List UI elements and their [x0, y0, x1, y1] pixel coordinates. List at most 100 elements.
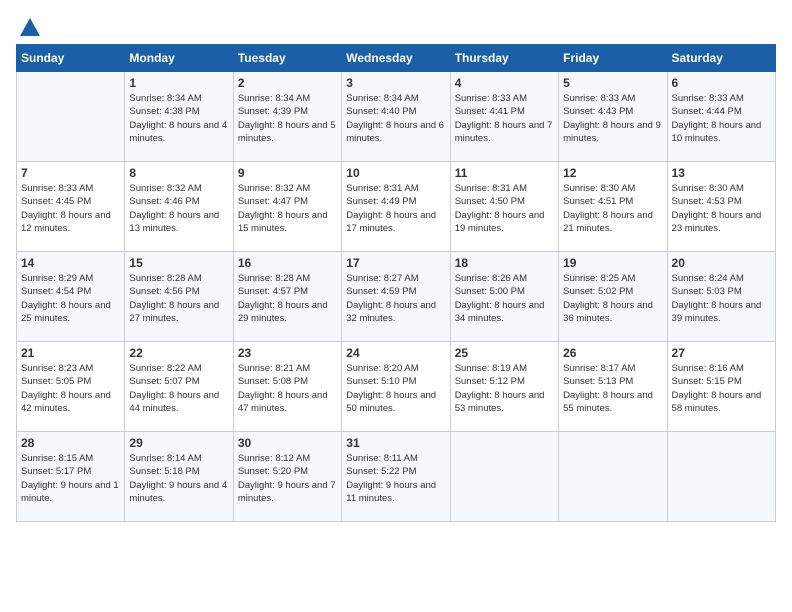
day-number: 29 — [129, 436, 228, 450]
page-header — [16, 16, 776, 36]
day-info: Sunrise: 8:32 AMSunset: 4:46 PMDaylight:… — [129, 182, 228, 235]
calendar-cell: 11 Sunrise: 8:31 AMSunset: 4:50 PMDayligh… — [450, 162, 558, 252]
day-number: 5 — [563, 76, 662, 90]
day-info: Sunrise: 8:20 AMSunset: 5:10 PMDaylight:… — [346, 362, 445, 415]
day-number: 19 — [563, 256, 662, 270]
day-number: 3 — [346, 76, 445, 90]
calendar-cell: 26 Sunrise: 8:17 AMSunset: 5:13 PMDayligh… — [559, 342, 667, 432]
calendar-table: SundayMondayTuesdayWednesdayThursdayFrid… — [16, 44, 776, 522]
day-number: 18 — [455, 256, 554, 270]
day-number: 17 — [346, 256, 445, 270]
calendar-cell: 21Sunrise: 8:23 AMSunset: 5:05 PMDayligh… — [17, 342, 125, 432]
day-number: 26 — [563, 346, 662, 360]
day-info: Sunrise: 8:16 AMSunset: 5:15 PMDaylight:… — [672, 362, 771, 415]
day-number: 10 — [346, 166, 445, 180]
calendar-cell: 24 Sunrise: 8:20 AMSunset: 5:10 PMDayligh… — [342, 342, 450, 432]
calendar-cell: 18 Sunrise: 8:26 AMSunset: 5:00 PMDayligh… — [450, 252, 558, 342]
day-number: 16 — [238, 256, 337, 270]
header-tuesday: Tuesday — [233, 45, 341, 72]
calendar-cell: 31Sunrise: 8:11 AMSunset: 5:22 PMDayligh… — [342, 432, 450, 522]
day-info: Sunrise: 8:32 AMSunset: 4:47 PMDaylight:… — [238, 182, 337, 235]
calendar-cell: 5 Sunrise: 8:33 AMSunset: 4:43 PMDaylight… — [559, 72, 667, 162]
calendar-cell: 28 Sunrise: 8:15 AMSunset: 5:17 PMDayligh… — [17, 432, 125, 522]
day-number: 23 — [238, 346, 337, 360]
calendar-cell: 14Sunrise: 8:29 AMSunset: 4:54 PMDayligh… — [17, 252, 125, 342]
day-info: Sunrise: 8:24 AMSunset: 5:03 PMDaylight:… — [672, 272, 771, 325]
calendar-cell: 15Sunrise: 8:28 AMSunset: 4:56 PMDayligh… — [125, 252, 233, 342]
header-row: SundayMondayTuesdayWednesdayThursdayFrid… — [17, 45, 776, 72]
day-info: Sunrise: 8:22 AMSunset: 5:07 PMDaylight:… — [129, 362, 228, 415]
header-monday: Monday — [125, 45, 233, 72]
week-row-1: 7Sunrise: 8:33 AMSunset: 4:45 PMDaylight… — [17, 162, 776, 252]
day-info: Sunrise: 8:34 AMSunset: 4:40 PMDaylight:… — [346, 92, 445, 145]
day-number: 11 — [455, 166, 554, 180]
day-info: Sunrise: 8:28 AMSunset: 4:57 PMDaylight:… — [238, 272, 337, 325]
week-row-2: 14Sunrise: 8:29 AMSunset: 4:54 PMDayligh… — [17, 252, 776, 342]
calendar-cell: 1Sunrise: 8:34 AMSunset: 4:38 PMDaylight… — [125, 72, 233, 162]
logo-triangle-icon — [20, 18, 40, 36]
calendar-cell — [559, 432, 667, 522]
calendar-cell: 27Sunrise: 8:16 AMSunset: 5:15 PMDayligh… — [667, 342, 775, 432]
calendar-cell: 20 Sunrise: 8:24 AMSunset: 5:03 PMDayligh… — [667, 252, 775, 342]
day-number: 4 — [455, 76, 554, 90]
day-info: Sunrise: 8:14 AMSunset: 5:18 PMDaylight:… — [129, 452, 228, 505]
day-number: 22 — [129, 346, 228, 360]
day-number: 24 — [346, 346, 445, 360]
calendar-cell: 9 Sunrise: 8:32 AMSunset: 4:47 PMDaylight… — [233, 162, 341, 252]
calendar-cell — [667, 432, 775, 522]
day-number: 12 — [563, 166, 662, 180]
day-info: Sunrise: 8:34 AMSunset: 4:39 PMDaylight:… — [238, 92, 337, 145]
calendar-cell: 29 Sunrise: 8:14 AMSunset: 5:18 PMDayligh… — [125, 432, 233, 522]
calendar-cell: 2 Sunrise: 8:34 AMSunset: 4:39 PMDaylight… — [233, 72, 341, 162]
day-number: 28 — [21, 436, 120, 450]
calendar-cell: 25Sunrise: 8:19 AMSunset: 5:12 PMDayligh… — [450, 342, 558, 432]
day-info: Sunrise: 8:28 AMSunset: 4:56 PMDaylight:… — [129, 272, 228, 325]
day-info: Sunrise: 8:15 AMSunset: 5:17 PMDaylight:… — [21, 452, 120, 505]
day-info: Sunrise: 8:31 AMSunset: 4:49 PMDaylight:… — [346, 182, 445, 235]
day-info: Sunrise: 8:30 AMSunset: 4:53 PMDaylight:… — [672, 182, 771, 235]
calendar-cell: 16 Sunrise: 8:28 AMSunset: 4:57 PMDayligh… — [233, 252, 341, 342]
day-info: Sunrise: 8:31 AMSunset: 4:50 PMDaylight:… — [455, 182, 554, 235]
calendar-cell: 22 Sunrise: 8:22 AMSunset: 5:07 PMDayligh… — [125, 342, 233, 432]
day-number: 13 — [672, 166, 771, 180]
calendar-cell — [450, 432, 558, 522]
day-number: 7 — [21, 166, 120, 180]
day-info: Sunrise: 8:33 AMSunset: 4:44 PMDaylight:… — [672, 92, 771, 145]
day-info: Sunrise: 8:11 AMSunset: 5:22 PMDaylight:… — [346, 452, 445, 505]
week-row-0: 1Sunrise: 8:34 AMSunset: 4:38 PMDaylight… — [17, 72, 776, 162]
calendar-cell: 17 Sunrise: 8:27 AMSunset: 4:59 PMDayligh… — [342, 252, 450, 342]
day-number: 20 — [672, 256, 771, 270]
header-friday: Friday — [559, 45, 667, 72]
calendar-cell: 12 Sunrise: 8:30 AMSunset: 4:51 PMDayligh… — [559, 162, 667, 252]
day-number: 2 — [238, 76, 337, 90]
day-info: Sunrise: 8:21 AMSunset: 5:08 PMDaylight:… — [238, 362, 337, 415]
day-info: Sunrise: 8:25 AMSunset: 5:02 PMDaylight:… — [563, 272, 662, 325]
calendar-cell: 8 Sunrise: 8:32 AMSunset: 4:46 PMDaylight… — [125, 162, 233, 252]
day-info: Sunrise: 8:33 AMSunset: 4:41 PMDaylight:… — [455, 92, 554, 145]
day-info: Sunrise: 8:27 AMSunset: 4:59 PMDaylight:… — [346, 272, 445, 325]
header-sunday: Sunday — [17, 45, 125, 72]
calendar-cell: 13 Sunrise: 8:30 AMSunset: 4:53 PMDayligh… — [667, 162, 775, 252]
day-info: Sunrise: 8:30 AMSunset: 4:51 PMDaylight:… — [563, 182, 662, 235]
header-wednesday: Wednesday — [342, 45, 450, 72]
day-number: 8 — [129, 166, 228, 180]
day-number: 30 — [238, 436, 337, 450]
day-number: 25 — [455, 346, 554, 360]
day-info: Sunrise: 8:23 AMSunset: 5:05 PMDaylight:… — [21, 362, 120, 415]
header-saturday: Saturday — [667, 45, 775, 72]
day-info: Sunrise: 8:29 AMSunset: 4:54 PMDaylight:… — [21, 272, 120, 325]
header-thursday: Thursday — [450, 45, 558, 72]
calendar-cell: 10 Sunrise: 8:31 AMSunset: 4:49 PMDayligh… — [342, 162, 450, 252]
day-info: Sunrise: 8:33 AMSunset: 4:43 PMDaylight:… — [563, 92, 662, 145]
calendar-cell: 7Sunrise: 8:33 AMSunset: 4:45 PMDaylight… — [17, 162, 125, 252]
calendar-cell: 30Sunrise: 8:12 AMSunset: 5:20 PMDayligh… — [233, 432, 341, 522]
calendar-cell — [17, 72, 125, 162]
calendar-cell: 23 Sunrise: 8:21 AMSunset: 5:08 PMDayligh… — [233, 342, 341, 432]
day-info: Sunrise: 8:17 AMSunset: 5:13 PMDaylight:… — [563, 362, 662, 415]
day-info: Sunrise: 8:26 AMSunset: 5:00 PMDaylight:… — [455, 272, 554, 325]
calendar-cell: 19 Sunrise: 8:25 AMSunset: 5:02 PMDayligh… — [559, 252, 667, 342]
day-number: 6 — [672, 76, 771, 90]
week-row-4: 28 Sunrise: 8:15 AMSunset: 5:17 PMDayligh… — [17, 432, 776, 522]
day-number: 9 — [238, 166, 337, 180]
logo — [16, 16, 40, 36]
